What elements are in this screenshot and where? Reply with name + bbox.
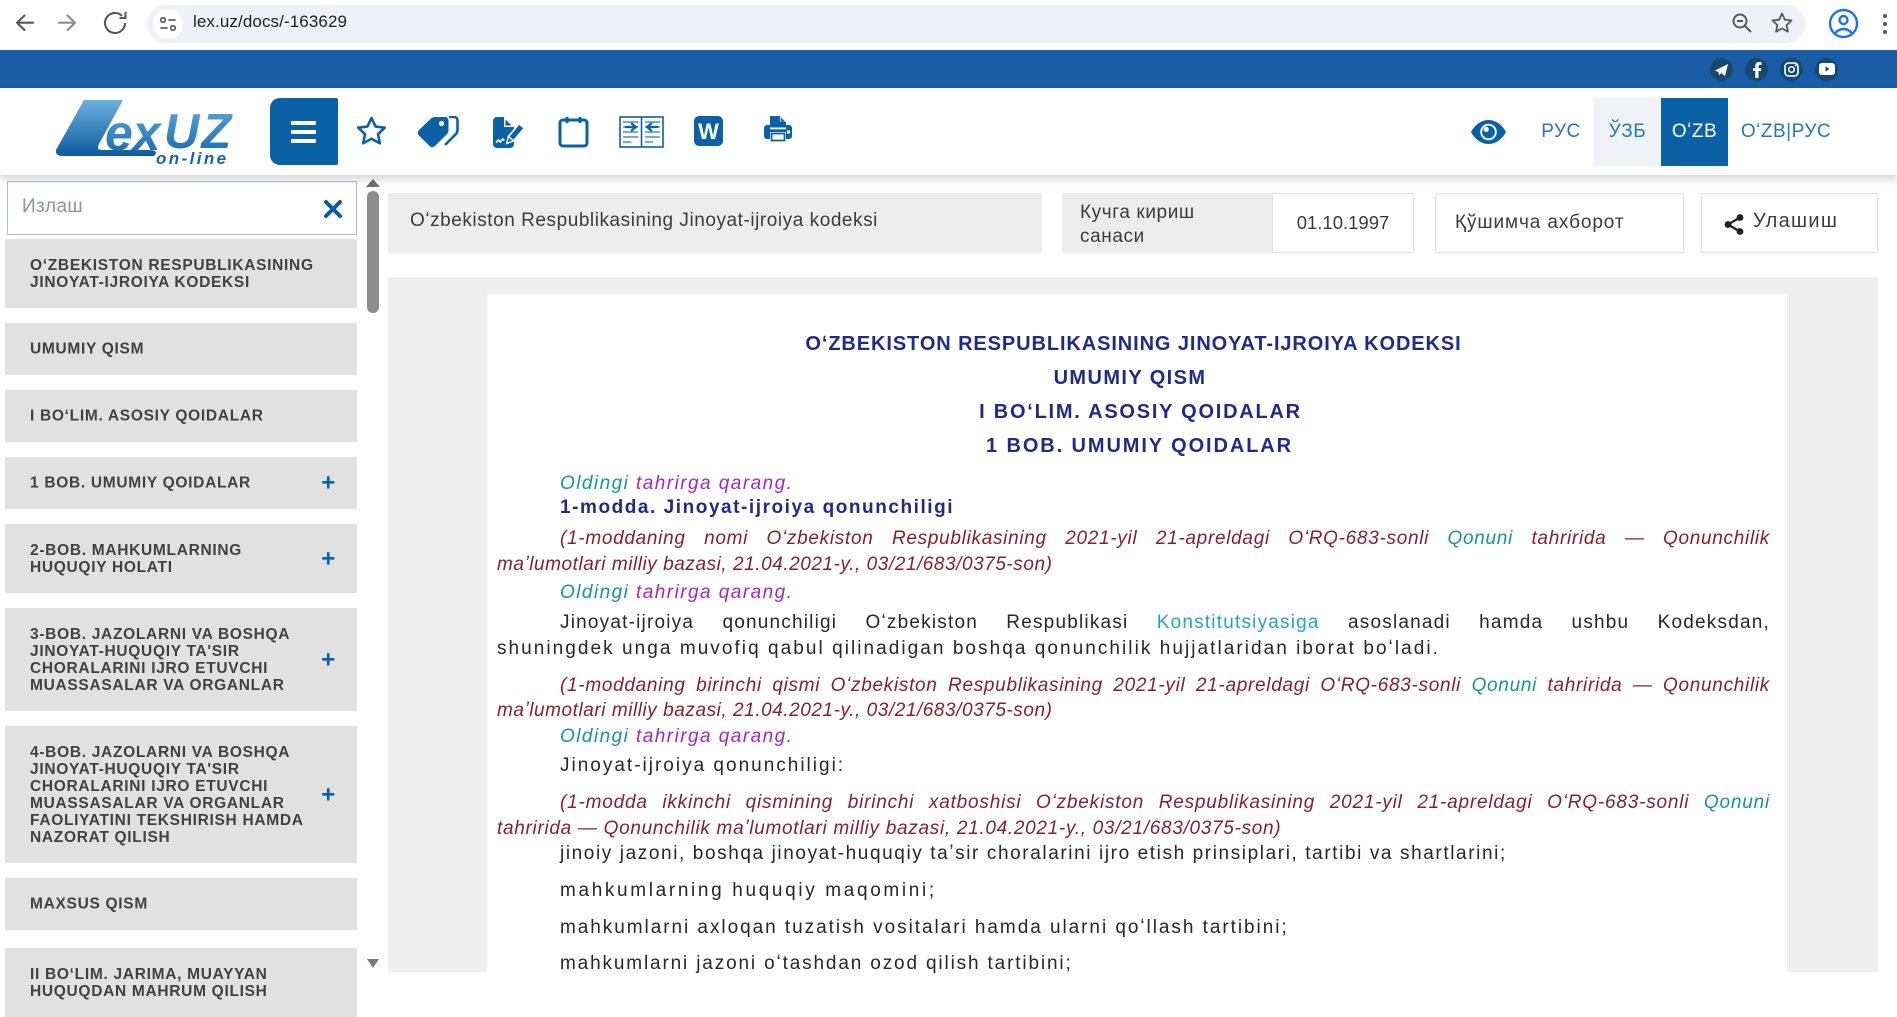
svg-text:W: W (698, 119, 719, 144)
svg-text:on-line: on-line (156, 149, 229, 166)
svg-text:ex: ex (105, 105, 163, 161)
